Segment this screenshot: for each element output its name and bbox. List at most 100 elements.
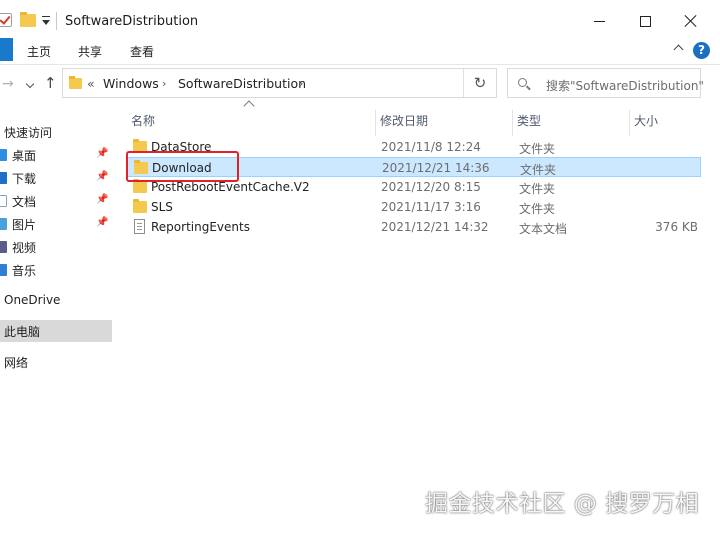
navigation-pane: 快速访问 桌面 📌 下载 📌 文档 📌 图片 📌 视频 音乐 OneDrive … (0, 102, 112, 533)
breadcrumb-separator-icon[interactable]: › (299, 77, 303, 90)
close-icon (684, 14, 698, 28)
column-header-label: 类型 (517, 114, 542, 128)
row-name: ReportingEvents (151, 220, 250, 234)
address-folder-icon (69, 76, 82, 89)
column-header-type[interactable]: 类型 (513, 110, 630, 136)
sidebar-item-this-pc[interactable]: 此电脑 (0, 320, 112, 342)
ribbon: 主页 共享 查看 ? (0, 36, 720, 65)
window-title: SoftwareDistribution (65, 14, 199, 29)
row-name: Download (152, 161, 212, 175)
row-type: 文件夹 (519, 182, 556, 196)
column-header-name[interactable]: 名称 (127, 110, 376, 136)
up-arrow-icon[interactable]: ↑ (44, 74, 57, 92)
sidebar-item-label: 视频 (12, 241, 37, 255)
sidebar-item-documents[interactable]: 文档 📌 (0, 190, 112, 212)
sidebar-item-label: 图片 (12, 218, 37, 232)
row-name: PostRebootEventCache.V2 (151, 180, 310, 194)
sidebar-item-downloads[interactable]: 下载 📌 (0, 167, 112, 189)
maximize-icon (639, 15, 651, 27)
breadcrumb-softwaredistribution[interactable]: SoftwareDistribution (178, 76, 306, 91)
quick-access-toolbar-dropdown[interactable] (41, 13, 51, 27)
music-icon (0, 264, 7, 276)
row-name: SLS (151, 200, 173, 214)
sidebar-item-label: 下载 (12, 172, 37, 186)
pin-icon[interactable]: 📌 (96, 194, 108, 205)
folder-icon (133, 179, 147, 193)
text-file-icon (134, 219, 145, 234)
row-type: 文件夹 (519, 202, 556, 216)
row-date: 2021/12/21 14:36 (382, 161, 490, 175)
download-icon (0, 172, 7, 184)
breadcrumb-windows[interactable]: Windows (103, 76, 159, 91)
row-type: 文件夹 (519, 142, 556, 156)
file-list: 名称 修改日期 类型 大小 DataStore 2021/11/8 12:24 … (114, 100, 720, 533)
sidebar-item-label: 文档 (12, 195, 37, 209)
table-row[interactable]: SLS 2021/11/17 3:16 文件夹 (126, 197, 701, 217)
navigation-bar: → ↑ « Windows › SoftwareDistribution › ↻… (0, 65, 720, 102)
row-name: DataStore (151, 140, 212, 154)
breadcrumb-separator-icon[interactable]: › (162, 77, 166, 90)
documents-icon (0, 195, 7, 207)
sidebar-item-network[interactable]: 网络 (0, 351, 112, 373)
sidebar-item-label: OneDrive (4, 293, 61, 307)
table-row-selected[interactable]: Download 2021/12/21 14:36 文件夹 (126, 157, 701, 177)
column-header-label: 修改日期 (380, 114, 429, 128)
refresh-icon[interactable]: ↻ (470, 73, 490, 93)
row-type: 文件夹 (520, 163, 557, 177)
help-icon[interactable]: ? (693, 42, 710, 59)
table-row[interactable]: DataStore 2021/11/8 12:24 文件夹 (126, 137, 701, 157)
pin-icon[interactable]: 📌 (96, 217, 108, 228)
desktop-icon (0, 149, 7, 161)
row-date: 2021/12/20 8:15 (381, 180, 481, 194)
table-row[interactable]: PostRebootEventCache.V2 2021/12/20 8:15 … (126, 177, 701, 197)
watermark: 掘金技术社区 @ 搜罗万相 (425, 491, 700, 517)
sidebar-item-pictures[interactable]: 图片 📌 (0, 213, 112, 235)
search-input[interactable]: 搜索"SoftwareDistribution" (507, 68, 704, 98)
table-row[interactable]: ReportingEvents 2021/12/21 14:32 文本文档 37… (126, 217, 701, 237)
row-size: 376 KB (655, 220, 698, 234)
recent-locations-chevron-icon[interactable] (25, 79, 35, 89)
column-header-label: 大小 (634, 114, 659, 128)
sidebar-item-desktop[interactable]: 桌面 📌 (0, 144, 112, 166)
sidebar-item-label: 此电脑 (4, 325, 41, 339)
sidebar-item-videos[interactable]: 视频 (0, 236, 112, 258)
row-type: 文本文档 (519, 222, 568, 236)
pin-icon[interactable]: 📌 (96, 148, 108, 159)
row-date: 2021/11/8 12:24 (381, 140, 481, 154)
close-button[interactable] (668, 6, 714, 36)
forward-arrow-icon[interactable]: → (2, 76, 14, 92)
sidebar-item-quick-access[interactable]: 快速访问 (0, 121, 112, 143)
title-separator (56, 12, 57, 30)
breadcrumb-overflow[interactable]: « (87, 76, 95, 91)
row-date: 2021/12/21 14:32 (381, 220, 489, 234)
sidebar-item-onedrive[interactable]: OneDrive (0, 290, 112, 312)
column-header-size[interactable]: 大小 (630, 110, 720, 136)
tab-share[interactable]: 共享 (78, 43, 102, 60)
address-bar[interactable]: « Windows › SoftwareDistribution › ↻ (62, 68, 497, 98)
minimize-icon (593, 20, 605, 22)
sidebar-item-label: 网络 (4, 356, 29, 370)
maximize-button[interactable] (622, 6, 668, 36)
sidebar-item-label: 桌面 (12, 149, 37, 163)
minimize-button[interactable] (576, 6, 622, 36)
expand-ribbon-chevron-icon[interactable] (673, 44, 684, 55)
pin-icon[interactable]: 📌 (96, 171, 108, 182)
tab-home[interactable]: 主页 (27, 43, 51, 60)
properties-check-icon[interactable] (0, 13, 12, 27)
row-date: 2021/11/17 3:16 (381, 200, 481, 214)
sidebar-item-music[interactable]: 音乐 (0, 259, 112, 281)
videos-icon (0, 241, 7, 253)
folder-icon (133, 139, 147, 153)
pictures-icon (0, 218, 7, 230)
address-divider (463, 69, 464, 97)
title-bar: SoftwareDistribution (0, 0, 720, 36)
sidebar-item-label: 快速访问 (4, 126, 53, 140)
new-folder-icon[interactable] (20, 12, 36, 27)
file-tab[interactable] (0, 38, 13, 61)
search-icon (518, 78, 527, 87)
tab-view[interactable]: 查看 (130, 43, 154, 60)
column-header-date[interactable]: 修改日期 (376, 110, 513, 136)
sidebar-item-label: 音乐 (12, 264, 37, 278)
folder-icon (133, 199, 147, 213)
folder-icon (134, 160, 148, 174)
